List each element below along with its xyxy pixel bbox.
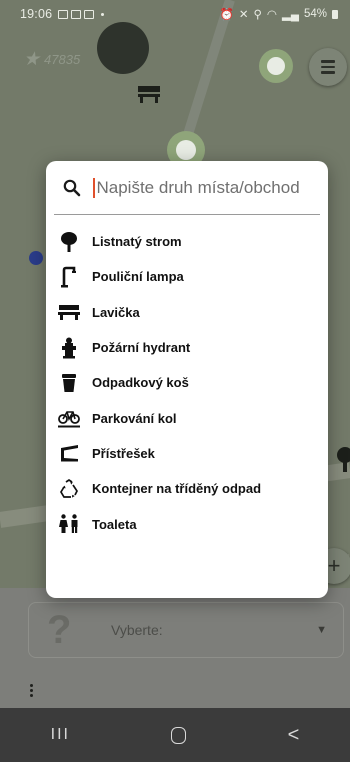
bicycle-parking-icon	[58, 407, 80, 429]
search-field[interactable]: Napište druh místa/obchod	[54, 161, 320, 215]
hamburger-menu-icon	[321, 60, 335, 63]
fire-hydrant-icon	[58, 337, 80, 359]
list-item-label: Toaleta	[92, 516, 137, 532]
list-item-label: Odpadkový koš	[92, 375, 189, 391]
list-item-label: Přístřešek	[92, 445, 155, 461]
star-count[interactable]: ★ 47835	[23, 48, 80, 71]
tree-icon	[58, 231, 80, 253]
list-item[interactable]: Odpadkový koš	[46, 365, 328, 400]
home-button[interactable]	[171, 726, 187, 744]
system-icons: ⏰ ✕ ⚲ ◠ ▂▄ 54%	[220, 7, 338, 21]
navigation-bar: III <	[0, 708, 350, 762]
list-item-label: Pouliční lampa	[92, 269, 184, 285]
list-item-label: Listnatý strom	[92, 234, 182, 250]
wifi-icon: ◠	[266, 9, 277, 21]
bench-icon	[58, 301, 80, 323]
battery-percent: 54%	[303, 8, 327, 20]
star-count-value: 47835	[44, 52, 81, 67]
type-select[interactable]: ? Vyberte: ▼	[28, 602, 344, 658]
list-item[interactable]: Listnatý strom	[46, 224, 328, 259]
notification-icon	[71, 9, 82, 19]
list-item-label: Lavička	[92, 304, 140, 320]
list-item[interactable]: Toaleta	[46, 506, 328, 541]
shelter-icon	[58, 442, 80, 464]
bottom-panel: ? Vyberte: ▼	[0, 588, 350, 708]
list-item[interactable]: Přístřešek	[46, 436, 328, 471]
list-item[interactable]: Kontejner na tříděný odpad	[46, 471, 328, 506]
notification-icon	[58, 9, 69, 19]
signal-icon: ▂▄	[281, 9, 299, 21]
waste-basket-icon	[58, 372, 80, 394]
notification-icon	[84, 9, 95, 19]
back-button[interactable]: <	[288, 724, 300, 747]
battery-icon	[332, 9, 338, 19]
star-icon: ★	[23, 49, 41, 70]
status-bar: 19:06 ⏰ ✕ ⚲ ◠ ▂▄ 54%	[0, 0, 350, 28]
recycling-icon	[58, 478, 80, 500]
chevron-down-icon: ▼	[316, 624, 327, 636]
text-cursor	[93, 177, 95, 198]
question-icon: ?	[47, 607, 72, 652]
recent-apps-button[interactable]: III	[51, 726, 70, 744]
more-notifications-icon	[101, 12, 105, 16]
search-icon	[62, 178, 82, 198]
plus-icon: +	[327, 553, 341, 578]
list-item[interactable]: Požární hydrant	[46, 330, 328, 365]
mute-icon: ✕	[238, 9, 249, 21]
notification-icons	[58, 9, 105, 19]
street-lamp-icon	[58, 266, 80, 288]
list-item-label: Požární hydrant	[92, 340, 191, 356]
feature-type-dialog: Napište druh místa/obchod Listnatý strom…	[46, 161, 328, 598]
more-options-button[interactable]	[30, 684, 33, 697]
toilets-icon	[58, 513, 80, 535]
list-item[interactable]: Lavička	[46, 295, 328, 330]
feature-type-list: Listnatý strom Pouliční lampa Lavička Po…	[46, 215, 328, 542]
list-item-label: Parkování kol	[92, 410, 177, 426]
list-item[interactable]: Pouliční lampa	[46, 259, 328, 294]
status-time: 19:06	[20, 7, 53, 21]
list-item-label: Kontejner na tříděný odpad	[92, 481, 262, 497]
type-select-label: Vyberte:	[111, 622, 163, 638]
list-item[interactable]: Parkování kol	[46, 400, 328, 435]
search-input[interactable]: Napište druh místa/obchod	[97, 178, 300, 198]
menu-button[interactable]	[309, 48, 347, 86]
alarm-icon: ⏰	[219, 9, 234, 21]
location-icon: ⚲	[253, 9, 262, 21]
